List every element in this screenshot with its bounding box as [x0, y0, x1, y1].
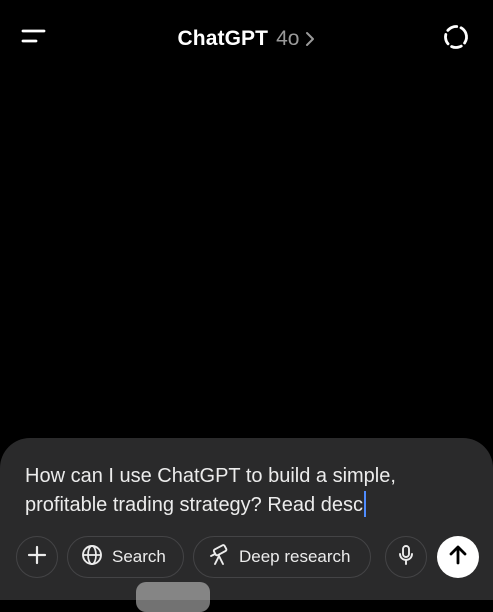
composer-toolbar: Search Deep research	[16, 536, 481, 578]
temporary-chat-button[interactable]	[441, 24, 471, 54]
globe-icon	[81, 544, 103, 571]
search-button[interactable]: Search	[67, 536, 184, 578]
model-name: 4o	[276, 27, 300, 50]
deep-research-button[interactable]: Deep research	[193, 536, 371, 578]
plus-icon	[27, 545, 47, 570]
dashed-circle-icon	[442, 23, 470, 56]
telescope-icon	[208, 543, 230, 571]
message-input-text: How can I use ChatGPT to build a simple,…	[25, 465, 396, 516]
microphone-icon	[396, 544, 416, 571]
top-bar: ChatGPT 4o	[0, 0, 493, 78]
deep-research-label: Deep research	[239, 547, 351, 566]
search-label: Search	[112, 547, 166, 566]
message-composer: How can I use ChatGPT to build a simple,…	[0, 438, 493, 600]
arrow-up-icon	[447, 544, 469, 571]
text-caret	[363, 491, 366, 517]
model-selector[interactable]: ChatGPT 4o	[0, 24, 493, 54]
microphone-button[interactable]	[385, 536, 427, 578]
send-button[interactable]	[437, 536, 479, 578]
home-indicator	[136, 582, 210, 612]
message-input[interactable]: How can I use ChatGPT to build a simple,…	[25, 462, 470, 520]
chevron-right-icon	[305, 31, 315, 47]
app-title: ChatGPT	[177, 27, 269, 50]
add-attachment-button[interactable]	[16, 536, 58, 578]
